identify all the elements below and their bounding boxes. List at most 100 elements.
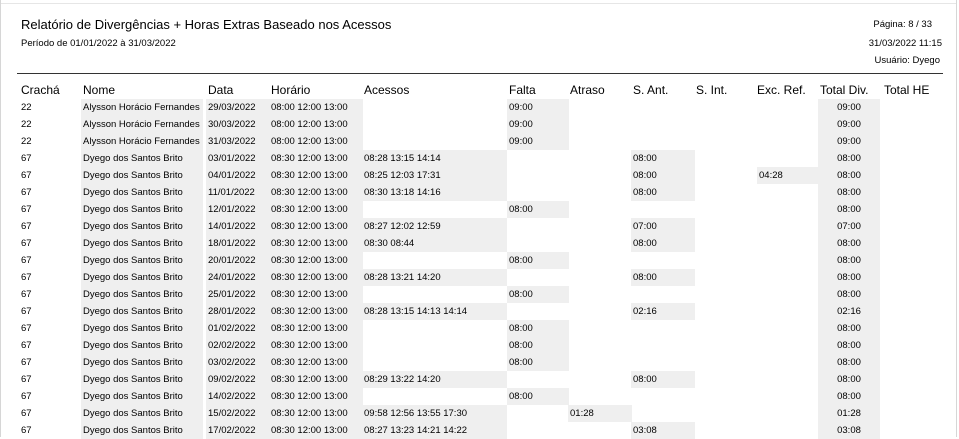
cell-s-int: [694, 252, 758, 269]
table-row: 67 Dyego dos Santos Brito 20/01/2022 08:30 …: [1, 252, 958, 269]
cell-acessos: 08:29 13:22 14:20: [362, 371, 507, 388]
cell-total-he: [882, 405, 944, 422]
cell-s-ant: [631, 99, 695, 116]
cell-atraso: [568, 99, 632, 116]
cell-total-div: 09:00: [818, 116, 880, 133]
cell-horario: 08:30 12:00 13:00: [269, 388, 363, 405]
cell-atraso: [568, 269, 632, 286]
cell-horario: 08:00 12:00 13:00: [269, 116, 363, 133]
cell-nome: Dyego dos Santos Brito: [81, 184, 203, 201]
cell-total-he: [882, 184, 944, 201]
cell-total-he: [882, 422, 944, 439]
cell-falta: [507, 405, 569, 422]
cell-exc-ref: [757, 371, 819, 388]
cell-s-int: [694, 184, 758, 201]
cell-atraso: [568, 303, 632, 320]
column-header-exc-ref: Exc. Ref.: [757, 83, 806, 97]
cell-exc-ref: [757, 201, 819, 218]
cell-acessos: 08:30 08:44: [362, 235, 507, 252]
cell-cracha: 67: [21, 238, 32, 249]
cell-exc-ref: [757, 388, 819, 405]
cell-horario: 08:30 12:00 13:00: [269, 235, 363, 252]
cell-total-div: 08:00: [818, 320, 880, 337]
cell-falta: [507, 371, 569, 388]
cell-acessos: [362, 286, 507, 303]
cell-exc-ref: [757, 405, 819, 422]
cell-horario: 08:00 12:00 13:00: [269, 99, 363, 116]
cell-acessos: [362, 116, 507, 133]
cell-s-ant: 03:08: [631, 422, 695, 439]
report-title: Relatório de Divergências + Horas Extras…: [21, 17, 392, 32]
cell-cracha: 67: [21, 255, 32, 266]
cell-horario: 08:30 12:00 13:00: [269, 337, 363, 354]
table-row: 22 Alysson Horácio Fernandes 31/03/2022 08:…: [1, 133, 958, 150]
cell-s-ant: 07:00: [631, 218, 695, 235]
cell-falta: [507, 269, 569, 286]
cell-s-int: [694, 303, 758, 320]
cell-nome: Dyego dos Santos Brito: [81, 337, 203, 354]
cell-total-div: 08:00: [818, 150, 880, 167]
cell-data: 01/02/2022: [206, 320, 269, 337]
cell-s-int: [694, 269, 758, 286]
cell-falta: [507, 150, 569, 167]
cell-acessos: [362, 320, 507, 337]
cell-falta: 08:00: [507, 337, 569, 354]
cell-falta: 08:00: [507, 252, 569, 269]
cell-falta: [507, 218, 569, 235]
cell-exc-ref: [757, 422, 819, 439]
cell-horario: 08:30 12:00 13:00: [269, 252, 363, 269]
cell-atraso: [568, 235, 632, 252]
cell-s-ant: 08:00: [631, 167, 695, 184]
column-header-atraso: Atraso: [570, 83, 605, 97]
cell-falta: 09:00: [507, 116, 569, 133]
column-header-total-div: Total Div.: [820, 83, 869, 97]
cell-horario: 08:30 12:00 13:00: [269, 354, 363, 371]
cell-acessos: 08:27 13:23 14:21 14:22: [362, 422, 507, 439]
cell-horario: 08:30 12:00 13:00: [269, 303, 363, 320]
cell-data: 30/03/2022: [206, 116, 269, 133]
cell-s-ant: [631, 354, 695, 371]
cell-total-div: 08:00: [818, 388, 880, 405]
cell-data: 14/02/2022: [206, 388, 269, 405]
cell-exc-ref: [757, 337, 819, 354]
cell-acessos: 08:27 12:02 12:59: [362, 218, 507, 235]
cell-s-int: [694, 167, 758, 184]
table-row: 67 Dyego dos Santos Brito 24/01/2022 08:30 …: [1, 269, 958, 286]
cell-total-div: 08:00: [818, 167, 880, 184]
cell-exc-ref: [757, 252, 819, 269]
cell-atraso: [568, 286, 632, 303]
cell-falta: [507, 167, 569, 184]
cell-atraso: [568, 252, 632, 269]
cell-atraso: [568, 320, 632, 337]
cell-s-ant: [631, 133, 695, 150]
cell-horario: 08:30 12:00 13:00: [269, 201, 363, 218]
cell-s-int: [694, 422, 758, 439]
column-header-falta: Falta: [509, 83, 536, 97]
cell-cracha: 67: [21, 272, 32, 283]
cell-total-he: [882, 150, 944, 167]
cell-total-he: [882, 354, 944, 371]
cell-exc-ref: [757, 99, 819, 116]
cell-s-int: [694, 286, 758, 303]
cell-atraso: [568, 371, 632, 388]
cell-s-int: [694, 320, 758, 337]
cell-total-he: [882, 133, 944, 150]
cell-atraso: [568, 388, 632, 405]
cell-total-div: 08:00: [818, 371, 880, 388]
cell-nome: Dyego dos Santos Brito: [81, 320, 203, 337]
cell-exc-ref: 04:28: [757, 167, 819, 184]
cell-total-he: [882, 320, 944, 337]
cell-cracha: 67: [21, 374, 32, 385]
cell-total-div: 08:00: [818, 337, 880, 354]
cell-acessos: 08:28 13:15 14:14: [362, 150, 507, 167]
cell-total-he: [882, 252, 944, 269]
cell-s-ant: 08:00: [631, 235, 695, 252]
cell-s-int: [694, 99, 758, 116]
cell-nome: Dyego dos Santos Brito: [81, 269, 203, 286]
cell-s-ant: [631, 320, 695, 337]
cell-exc-ref: [757, 184, 819, 201]
cell-nome: Dyego dos Santos Brito: [81, 388, 203, 405]
cell-exc-ref: [757, 269, 819, 286]
cell-atraso: [568, 337, 632, 354]
table-row: 67 Dyego dos Santos Brito 25/01/2022 08:30 …: [1, 286, 958, 303]
